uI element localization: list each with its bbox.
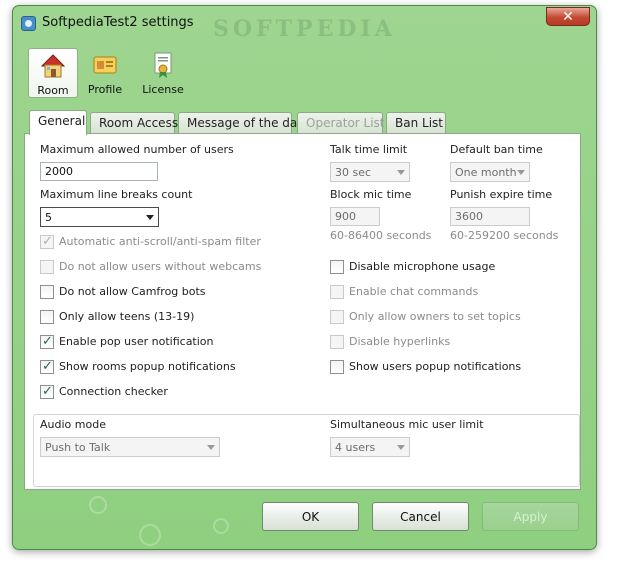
decorative-circle: [213, 518, 229, 534]
app-icon: [21, 16, 36, 31]
icon-tab-label: Room: [37, 84, 69, 97]
checkbox-label: Only allow teens (13-19): [59, 310, 195, 323]
max-users-label: Maximum allowed number of users: [40, 143, 234, 156]
checkbox-label: Do not allow users without webcams: [59, 260, 262, 273]
decorative-circle: [89, 496, 107, 514]
punish-expire-label: Punish expire time: [450, 188, 553, 201]
tab-ban-list[interactable]: Ban List: [386, 112, 446, 134]
tab-operator-list[interactable]: Operator List: [297, 112, 385, 134]
softpedia-watermark: SOFTPEDIA: [213, 16, 396, 42]
max-line-breaks-value: 5: [45, 211, 52, 224]
default-ban-value: One month: [455, 166, 517, 179]
tab-general[interactable]: General: [29, 110, 87, 135]
apply-button[interactable]: Apply: [482, 502, 579, 531]
icon-tab-license[interactable]: License: [138, 48, 188, 98]
icon-tab-label: Profile: [87, 83, 123, 96]
profile-card-icon: [93, 56, 117, 74]
chevron-down-icon: [517, 170, 525, 175]
checkbox-label: Disable hyperlinks: [349, 335, 451, 348]
audio-mode-label: Audio mode: [40, 418, 106, 431]
audio-mode-select[interactable]: Push to Talk: [40, 437, 220, 457]
checkbox-box: [330, 360, 344, 374]
checkbox-label: Disable microphone usage: [349, 260, 496, 273]
close-icon: ✕: [562, 8, 574, 25]
checkbox-box: [330, 310, 344, 324]
checkbox-box: ✓: [40, 234, 54, 249]
checkbox-label: Connection checker: [59, 385, 168, 398]
checkbox-label: Show users popup notifications: [349, 360, 522, 373]
max-users-input[interactable]: 2000: [40, 162, 158, 181]
icon-tab-label: License: [142, 83, 184, 96]
checkmark-icon: ✓: [42, 334, 53, 349]
checkbox-box: ✓: [40, 384, 54, 399]
checkbox-box: [330, 285, 344, 299]
close-button[interactable]: ✕: [546, 7, 590, 26]
icon-tab-profile[interactable]: Profile: [80, 48, 130, 98]
title-bar[interactable]: SoftpediaTest2 settings SOFTPEDIA ✕: [13, 6, 596, 42]
checkbox-box: [40, 260, 54, 274]
tab-room-access[interactable]: Room Access: [90, 112, 178, 134]
checkbox-box: [40, 310, 54, 324]
checkbox-label: Enable chat commands: [349, 285, 479, 298]
checkmark-icon: ✓: [42, 384, 53, 399]
chevron-down-icon: [397, 445, 405, 450]
icon-tab-room[interactable]: Room: [28, 48, 78, 98]
window-title: SoftpediaTest2 settings: [42, 15, 194, 30]
cancel-button[interactable]: Cancel: [372, 502, 469, 531]
ok-button[interactable]: OK: [262, 502, 359, 531]
checkmark-icon: ✓: [42, 234, 53, 249]
punish-expire-range: 60-259200 seconds: [450, 229, 559, 242]
chevron-down-icon: [397, 170, 405, 175]
checkbox-label: Only allow owners to set topics: [349, 310, 521, 323]
checkbox-label: Automatic anti-scroll/anti-spam filter: [59, 235, 261, 248]
talk-time-value: 30 sec: [335, 166, 372, 179]
checkbox-label: Show rooms popup notifications: [59, 360, 236, 373]
checkbox-label: Do not allow Camfrog bots: [59, 285, 206, 298]
checkbox-label: Enable pop user notification: [59, 335, 214, 348]
checkbox-box: ✓: [40, 334, 54, 349]
talk-time-label: Talk time limit: [330, 143, 408, 156]
chevron-down-icon: [146, 215, 154, 220]
default-ban-select[interactable]: One month: [450, 162, 530, 182]
checkmark-icon: ✓: [42, 359, 53, 374]
chevron-down-icon: [207, 445, 215, 450]
tab-message-of-the-day[interactable]: Message of the day: [178, 112, 304, 134]
house-icon: [40, 54, 66, 78]
license-certificate-icon: [154, 52, 172, 78]
mic-limit-select[interactable]: 4 users: [330, 437, 410, 457]
talk-time-select[interactable]: 30 sec: [330, 162, 410, 182]
punish-expire-input[interactable]: 3600: [450, 207, 530, 226]
mic-limit-label: Simultaneous mic user limit: [330, 418, 484, 431]
max-line-breaks-label: Maximum line breaks count: [40, 188, 193, 201]
block-mic-range: 60-86400 seconds: [330, 229, 432, 242]
mic-limit-value: 4 users: [335, 441, 376, 454]
checkbox-box: ✓: [40, 359, 54, 374]
max-line-breaks-select[interactable]: 5: [40, 207, 159, 227]
decorative-circle: [139, 524, 161, 546]
default-ban-label: Default ban time: [450, 143, 543, 156]
checkbox-box: [40, 285, 54, 299]
audio-mode-value: Push to Talk: [45, 441, 111, 454]
block-mic-label: Block mic time: [330, 188, 412, 201]
checkbox-box: [330, 335, 344, 349]
checkbox-box: [330, 260, 344, 274]
block-mic-input[interactable]: 900: [330, 207, 380, 226]
